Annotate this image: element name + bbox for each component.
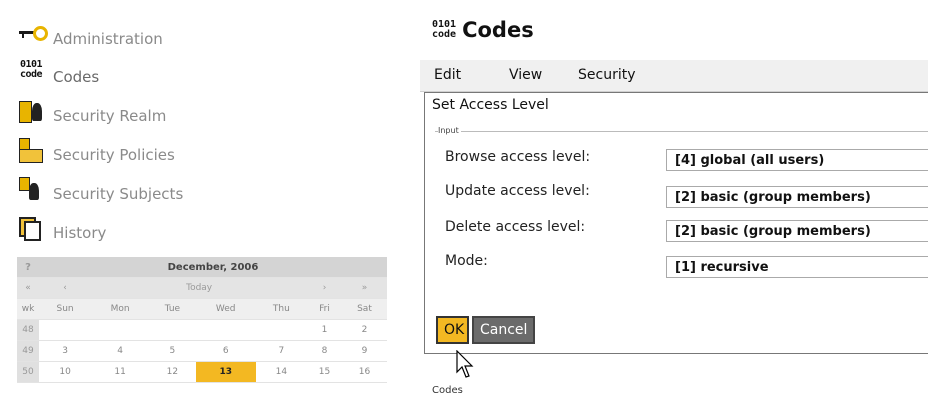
calendar-weekday-header: wk [17, 298, 39, 320]
calendar-day[interactable]: 9 [341, 340, 387, 362]
update-access-label: Update access level: [445, 183, 590, 199]
calendar-day[interactable]: 10 [39, 361, 92, 383]
calendar-week-number: 48 [17, 319, 39, 341]
history-icon [17, 216, 53, 242]
calendar-next-year[interactable]: » [341, 277, 387, 299]
calendar-weekday-header: Sat [341, 298, 387, 320]
nav-item-security-realm[interactable]: Security Realm [17, 99, 166, 125]
calendar-weekday-header: Sun [39, 298, 92, 320]
nav-item-codes[interactable]: 0101 code Codes [17, 59, 100, 87]
menu-edit[interactable]: Edit [434, 67, 461, 83]
calendar-today-button[interactable]: Today [91, 277, 308, 299]
security-subjects-icon [17, 177, 53, 203]
nav-item-history[interactable]: History [17, 216, 106, 242]
menu-bar: Edit View Security [420, 60, 928, 92]
nav-label-security-subjects: Security Subjects [53, 185, 184, 203]
delete-access-label: Delete access level: [445, 219, 586, 235]
nav-label-codes: Codes [53, 68, 100, 86]
page-header: 0101 code Codes [432, 18, 534, 42]
calendar-day[interactable] [255, 319, 308, 341]
calendar-month-title: December, 2006 [39, 257, 387, 278]
calendar-day[interactable]: 3 [39, 340, 92, 362]
mode-label: Mode: [445, 253, 488, 269]
section-label-codes: Codes [432, 385, 463, 396]
nav-item-administration[interactable]: Administration [17, 22, 163, 48]
calendar-weekday-header: Thu [255, 298, 308, 320]
nav-item-security-subjects[interactable]: Security Subjects [17, 177, 183, 203]
nav-label-administration: Administration [53, 30, 163, 48]
calendar-day[interactable] [195, 319, 256, 341]
calendar-help[interactable]: ? [17, 257, 39, 278]
calendar-day[interactable]: 11 [91, 361, 149, 383]
nav-item-security-policies[interactable]: Security Policies [17, 138, 175, 164]
fieldset-legend: Input [438, 126, 461, 135]
delete-access-select[interactable]: [2] basic (group members) [666, 220, 928, 242]
calendar-next-month[interactable]: › [307, 277, 342, 299]
calendar-day[interactable] [39, 319, 92, 341]
menu-view[interactable]: View [509, 67, 542, 83]
calendar-day[interactable]: 1 [307, 319, 342, 341]
menu-security[interactable]: Security [578, 67, 636, 83]
calendar-day-selected[interactable]: 13 [195, 361, 256, 383]
calendar-weekday-header: Mon [91, 298, 149, 320]
nav-label-security-realm: Security Realm [53, 107, 167, 125]
calendar-day[interactable]: 8 [307, 340, 342, 362]
calendar-day[interactable]: 16 [341, 361, 387, 383]
security-policies-icon [17, 138, 53, 164]
calendar-weekday-header: Wed [195, 298, 256, 320]
security-realm-icon [17, 99, 53, 125]
calendar-day[interactable]: 14 [255, 361, 308, 383]
cancel-button[interactable]: Cancel [472, 316, 535, 344]
update-access-select[interactable]: [2] basic (group members) [666, 186, 928, 208]
calendar-day[interactable] [148, 319, 196, 341]
calendar-day[interactable]: 12 [148, 361, 196, 383]
calendar-weekday-header: Tue [148, 298, 196, 320]
calendar-day[interactable]: 7 [255, 340, 308, 362]
calendar-day[interactable]: 15 [307, 361, 342, 383]
calendar-day[interactable]: 2 [341, 319, 387, 341]
calendar-prev-month[interactable]: ‹ [39, 277, 92, 299]
nav-label-history: History [53, 224, 107, 242]
calendar: ? December, 2006 « ‹ Today › » wk Sun Mo… [17, 257, 387, 383]
code-icon: 0101 code [432, 19, 457, 40]
calendar-day[interactable]: 4 [91, 340, 149, 362]
mouse-cursor-icon [456, 350, 474, 378]
page-title: Codes [462, 18, 534, 42]
fieldset-divider [435, 131, 928, 132]
dialog-title: Set Access Level [432, 97, 549, 113]
calendar-week-number: 50 [17, 361, 39, 383]
calendar-prev-year[interactable]: « [17, 277, 39, 299]
calendar-week-number: 49 [17, 340, 39, 362]
browse-access-select[interactable]: [4] global (all users) [666, 149, 928, 171]
set-access-level-dialog: Set Access Level Input Browse access lev… [424, 92, 928, 354]
nav-label-security-policies: Security Policies [53, 146, 175, 164]
mode-select[interactable]: [1] recursive [666, 256, 928, 278]
code-icon: 0101 code [20, 59, 43, 80]
browse-access-label: Browse access level: [445, 149, 591, 165]
calendar-day[interactable]: 5 [148, 340, 196, 362]
calendar-day[interactable] [91, 319, 149, 341]
calendar-weekday-header: Fri [307, 298, 342, 320]
calendar-day[interactable]: 6 [195, 340, 256, 362]
key-icon [17, 22, 53, 48]
ok-button[interactable]: OK [436, 316, 469, 344]
